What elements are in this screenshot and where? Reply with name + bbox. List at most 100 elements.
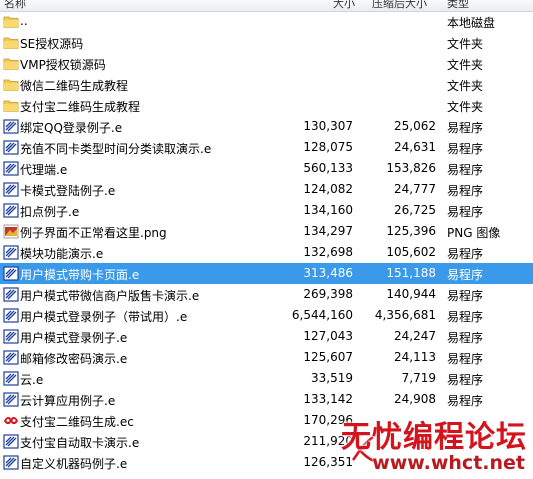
file-row[interactable]: 模块功能演示.e 132,698 105,602 易程序: [0, 242, 533, 263]
file-compressed-size: 24,247: [394, 329, 436, 343]
file-row[interactable]: 微信二维码生成教程 文件夹: [0, 74, 533, 95]
file-name: 用户模式登录例子（带试用）.e: [20, 310, 188, 324]
e-file-icon: [3, 119, 19, 134]
file-name: 扣点例子.e: [20, 205, 80, 219]
file-row[interactable]: VMP授权锁源码 文件夹: [0, 53, 533, 74]
e-file-icon: [3, 287, 19, 302]
file-size: 313,486: [303, 266, 353, 280]
ec-file-icon: [3, 413, 19, 428]
watermark: 无忧编程论坛 www.whct.net: [341, 412, 527, 476]
file-name: 例子界面不正常看这里.png: [20, 226, 167, 240]
e-file-icon: [3, 266, 19, 281]
file-compressed-size: 140,944: [386, 287, 436, 301]
watermark-title: 无忧编程论坛: [341, 420, 527, 455]
file-row[interactable]: 云.e 33,519 7,719 易程序: [0, 368, 533, 389]
file-compressed-size: 24,908: [394, 392, 436, 406]
file-type: 易程序: [447, 163, 484, 177]
file-type: 易程序: [447, 289, 484, 303]
column-size-header[interactable]: 大小: [333, 0, 355, 11]
file-compressed-size: 26,725: [394, 203, 436, 217]
file-compressed-size: 24,113: [394, 350, 436, 364]
file-name: 用户模式带微信商户版售卡演示.e: [20, 289, 200, 303]
file-type: 易程序: [447, 310, 484, 324]
file-type: 文件夹: [447, 37, 484, 51]
file-type: 易程序: [447, 205, 484, 219]
file-row[interactable]: 用户模式登录例子.e 127,043 24,247 易程序: [0, 326, 533, 347]
folder-icon: [3, 14, 19, 29]
file-name: 卡模式登陆例子.e: [20, 184, 116, 198]
file-row[interactable]: 绑定QQ登录例子.e 130,307 25,062 易程序: [0, 116, 533, 137]
file-size: 132,698: [303, 245, 353, 259]
file-row[interactable]: 充值不同卡类型时间分类读取演示.e 128,075 24,631 易程序: [0, 137, 533, 158]
file-name: 绑定QQ登录例子.e: [20, 121, 123, 135]
file-type: 易程序: [447, 142, 484, 156]
file-name: SE授权源码: [20, 37, 84, 51]
e-file-icon: [3, 308, 19, 323]
png-file-icon: [3, 224, 19, 239]
file-row[interactable]: 支付宝二维码生成教程 文件夹: [0, 95, 533, 116]
file-name: 支付宝二维码生成.ec: [20, 415, 134, 429]
file-row[interactable]: 用户模式登录例子（带试用）.e 6,544,160 4,356,681 易程序: [0, 305, 533, 326]
file-type: 易程序: [447, 373, 484, 387]
file-size: 125,607: [303, 350, 353, 364]
file-list: .. 本地磁盘 SE授权源码 文件夹 VMP授权锁源码 文件夹 微信二维码生成教程 文件夹 支付…: [0, 11, 533, 473]
file-size: 6,544,160: [291, 308, 353, 322]
watermark-url: www.whct.net: [372, 452, 525, 474]
file-row[interactable]: 扣点例子.e 134,160 26,725 易程序: [0, 200, 533, 221]
file-name: 用户模式登录例子.e: [20, 331, 128, 345]
file-compressed-size: 125,396: [386, 224, 436, 238]
file-compressed-size: 7,719: [401, 371, 436, 385]
file-compressed-size: 153,826: [386, 161, 436, 175]
file-row[interactable]: 云计算应用例子.e 133,142 24,908 易程序: [0, 389, 533, 410]
file-row[interactable]: 用户模式带微信商户版售卡演示.e 269,398 140,944 易程序: [0, 284, 533, 305]
file-name: 模块功能演示.e: [20, 247, 104, 261]
column-name-header[interactable]: 名称: [4, 0, 26, 11]
e-file-icon: [3, 350, 19, 365]
e-file-icon: [3, 329, 19, 344]
file-row[interactable]: 邮箱修改密码演示.e 125,607 24,113 易程序: [0, 347, 533, 368]
file-name: 充值不同卡类型时间分类读取演示.e: [20, 142, 212, 156]
file-type: PNG 图像: [447, 226, 501, 240]
e-file-icon: [3, 392, 19, 407]
e-file-icon: [3, 371, 19, 386]
file-size: 134,160: [303, 203, 353, 217]
file-size: 133,142: [303, 392, 353, 406]
column-type-header[interactable]: 类型: [447, 0, 469, 11]
file-compressed-size: 151,188: [386, 266, 436, 280]
file-size: 560,133: [303, 161, 353, 175]
e-file-icon: [3, 203, 19, 218]
file-type: 文件夹: [447, 58, 484, 72]
file-row[interactable]: 代理端.e 560,133 153,826 易程序: [0, 158, 533, 179]
file-name: 自定义机器码例子.e: [20, 457, 128, 471]
file-name: VMP授权锁源码: [20, 58, 106, 72]
folder-icon: [3, 77, 19, 92]
file-size: 134,297: [303, 224, 353, 238]
file-type: 易程序: [447, 268, 484, 282]
e-file-icon: [3, 245, 19, 260]
column-compressed-header[interactable]: 压缩后大小: [372, 0, 427, 11]
file-compressed-size: 105,602: [386, 245, 436, 259]
file-name: ..: [20, 14, 28, 28]
file-name: 云.e: [20, 373, 44, 387]
file-size: 128,075: [303, 140, 353, 154]
file-row[interactable]: 用户模式带购卡页面.e 313,486 151,188 易程序: [0, 263, 533, 284]
file-size: 127,043: [303, 329, 353, 343]
file-name: 微信二维码生成教程: [20, 79, 129, 93]
file-type: 易程序: [447, 331, 484, 345]
file-type: 易程序: [447, 184, 484, 198]
e-file-icon: [3, 182, 19, 197]
file-type: 易程序: [447, 352, 484, 366]
file-compressed-size: 24,631: [394, 140, 436, 154]
file-compressed-size: 25,062: [394, 119, 436, 133]
file-name: 支付宝自动取卡演示.e: [20, 436, 140, 450]
file-row[interactable]: .. 本地磁盘: [0, 11, 533, 32]
file-size: 124,082: [303, 182, 353, 196]
file-row[interactable]: 例子界面不正常看这里.png 134,297 125,396 PNG 图像: [0, 221, 533, 242]
file-type: 本地磁盘: [447, 16, 496, 30]
file-row[interactable]: SE授权源码 文件夹: [0, 32, 533, 53]
folder-icon: [3, 98, 19, 113]
file-size: 33,519: [311, 371, 353, 385]
file-type: 易程序: [447, 121, 484, 135]
file-type: 易程序: [447, 394, 484, 408]
file-row[interactable]: 卡模式登陆例子.e 124,082 24,777 易程序: [0, 179, 533, 200]
